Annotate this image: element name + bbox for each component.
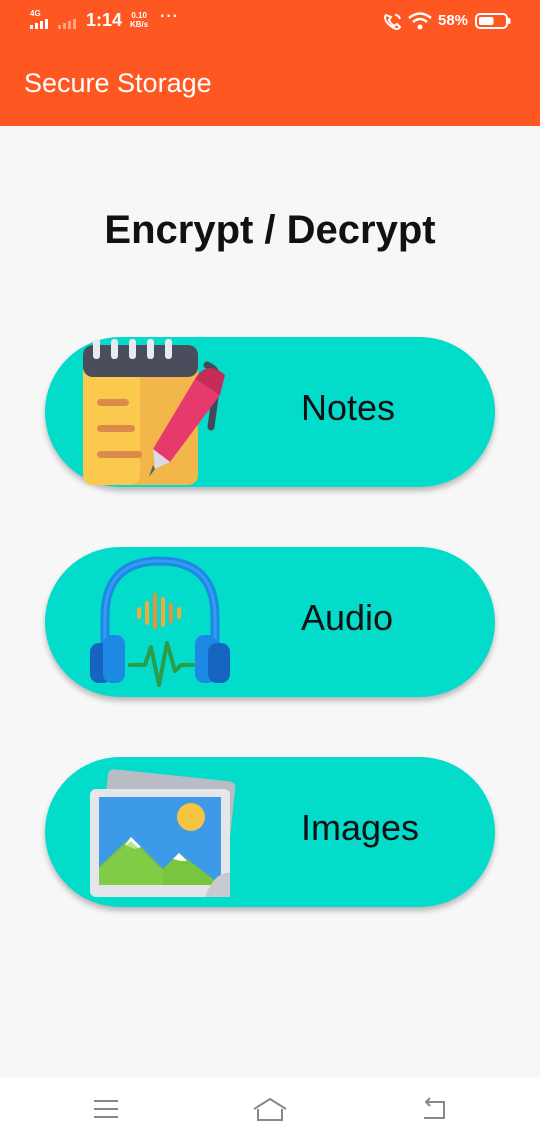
wifi-calling-icon (384, 13, 402, 31)
battery-icon (475, 13, 511, 29)
status-bar: 4G 1:14 0.10 KB/s ··· 58% (0, 0, 540, 42)
notes-label: Notes (301, 387, 396, 428)
images-card-button[interactable]: Images (45, 757, 495, 907)
signal-icon-secondary (58, 19, 76, 29)
notepad-pen-icon (83, 339, 225, 485)
network-speed: 0.10 KB/s (130, 11, 148, 29)
wifi-icon (408, 12, 432, 30)
back-icon[interactable] (414, 1094, 454, 1124)
audio-card-button[interactable]: Audio (45, 547, 495, 697)
menu-icon[interactable] (86, 1094, 126, 1124)
image-gallery-icon (90, 769, 236, 897)
signal-icon (30, 19, 48, 29)
page-heading: Encrypt / Decrypt (104, 208, 436, 252)
battery-percentage: 58% (438, 12, 469, 29)
app-title: Secure Storage (24, 68, 212, 98)
images-label: Images (301, 807, 420, 848)
home-icon[interactable] (250, 1094, 290, 1124)
notes-card-button[interactable]: Notes (45, 337, 495, 487)
network-type: 4G (30, 9, 41, 18)
clock: 1:14 (86, 10, 123, 30)
audio-label: Audio (301, 597, 394, 638)
app-bar: 4G 1:14 0.10 KB/s ··· 58% Secure Storage (0, 0, 540, 126)
system-navigation-bar (0, 1078, 540, 1140)
headphones-icon (90, 556, 230, 687)
more-notifications-icon: ··· (160, 8, 179, 25)
network-speed-value: 0.10 (131, 11, 147, 20)
network-speed-unit: KB/s (130, 20, 149, 29)
